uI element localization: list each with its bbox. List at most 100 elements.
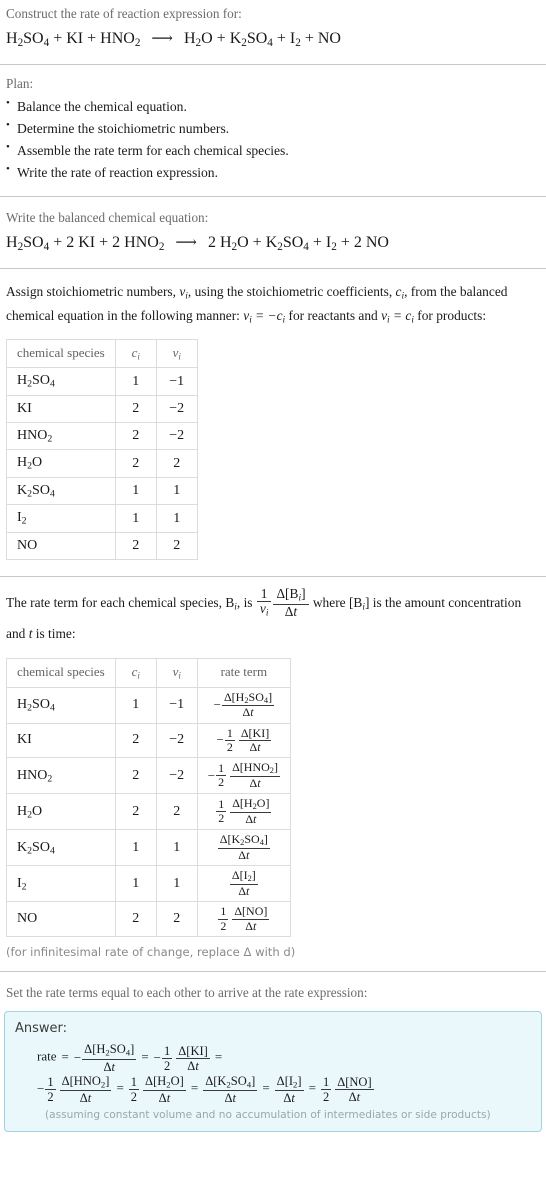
term-ki: −1 2 Δ[KI] Δt: [154, 1044, 210, 1073]
eq-product-3: I2: [289, 30, 301, 50]
cell-species: HNO2: [6, 421, 116, 451]
answer-box: Answer: rate = − Δ[H2SO4] Δt = −1 2 Δ[KI] Δt = −1 2…: [4, 1011, 542, 1132]
cell-c: 2: [114, 722, 157, 759]
cell-rate-term: 1 2 Δ[NO] Δt: [196, 901, 291, 938]
stoich-text-2: , using the stoichiometric coefficients,: [187, 283, 396, 299]
table-row: K2SO4 1 1 Δ[K2SO4] Δt: [6, 829, 291, 867]
equals-sign: =: [61, 1048, 69, 1064]
plus: +: [312, 234, 326, 252]
frac-numerator: Δ[K2SO4]: [219, 832, 268, 848]
frac-denominator: Δt: [143, 1089, 186, 1105]
stoich-text-4: for reactants and: [285, 308, 382, 324]
rate-sign: −: [73, 1050, 82, 1065]
cell-rate-term: −1 2 Δ[HNO2] Δt: [196, 757, 291, 795]
equals-sign: =: [190, 1079, 199, 1095]
equals-sign: =: [262, 1079, 270, 1095]
one-over-nu-fraction: 1 νi: [256, 586, 272, 619]
delta-fraction: Δ[HNO2] Δt: [230, 761, 280, 790]
cell-species: HNO2: [6, 757, 116, 795]
table-row: H2O 2 2: [6, 449, 198, 478]
bal-product-3: I2: [325, 234, 337, 253]
cell-nu: 1: [155, 829, 198, 867]
plan-item: Write the rate of reaction expression.: [6, 161, 540, 184]
plan-item: Assemble the rate term for each chemical…: [6, 139, 540, 162]
frac-numerator: 1: [218, 760, 225, 775]
frac-numerator: 1: [47, 1074, 54, 1089]
rule-products: νi = ci: [381, 308, 414, 326]
plan-section: Plan: Balance the chemical equation. Det…: [0, 65, 546, 184]
plus: +: [99, 234, 113, 252]
frac-numerator: Δ[K2SO4]: [205, 1073, 256, 1089]
frac-numerator: Δ[KI]: [178, 1043, 208, 1058]
cell-species: KI: [6, 722, 116, 759]
delta-fraction: Δ[KI] Δt: [238, 725, 272, 755]
frac-numerator: Δ[HNO2]: [232, 760, 278, 776]
frac-denominator: Δt: [274, 1089, 304, 1105]
delta-fraction: Δ[K2SO4] Δt: [217, 832, 270, 862]
cell-nu: 1: [155, 865, 198, 903]
c-symbol: ci: [395, 283, 405, 302]
cell-c: 2: [114, 793, 157, 831]
cell-rate-term: Δ[I2] Δt: [196, 865, 291, 903]
table-row: H2O 2 2 1 2 Δ[H2O] Δt: [6, 793, 291, 831]
rate-expression: 1 2 Δ[H2O] Δt: [216, 796, 272, 826]
plan-label: Plan:: [6, 75, 34, 91]
rate-table-body: H2SO4 1 −1 − Δ[H2SO4] Δt KI 2 −2 −1 2 Δ[KI] Δ…: [6, 686, 291, 938]
B-symbol: Bi: [225, 595, 237, 613]
coefficient-fraction: 12: [216, 796, 227, 826]
rateterm-paragraph: The rate term for each chemical species,…: [0, 585, 546, 648]
delta-fraction: Δ[H2O] Δt: [230, 796, 272, 826]
plan-item: Determine the stoichiometric numbers.: [6, 117, 540, 140]
plus: +: [216, 30, 230, 48]
rate-sign: −: [37, 1081, 45, 1097]
cell-species: H2SO4: [6, 367, 116, 396]
col-nu: νi: [155, 338, 198, 369]
rateterm-text-3: where: [309, 595, 349, 611]
balanced-label: Write the balanced chemical equation:: [6, 209, 209, 225]
cell-c: 2: [114, 757, 157, 795]
rate-sign: −: [216, 732, 224, 748]
eq-product-4: NO: [317, 30, 341, 48]
frac-numerator: 1: [218, 796, 225, 811]
coefficient-fraction: 12: [224, 726, 235, 755]
frac-numerator: Δ[I2]: [231, 868, 256, 884]
frac-numerator: Δ[I2]: [276, 1073, 302, 1089]
coefficient-fraction: 12: [128, 1075, 140, 1104]
frac-numerator: Δ[KI]: [240, 725, 270, 740]
cell-c: 1: [114, 476, 157, 506]
cell-c: 2: [114, 394, 157, 423]
frac-numerator: Δ[H2O]: [145, 1073, 184, 1089]
delta-fraction: Δ[I2] Δt: [229, 868, 258, 898]
cell-species: I2: [6, 504, 116, 533]
delta-fraction: Δ[H2SO4] Δt: [82, 1042, 137, 1074]
cell-nu: 2: [155, 531, 198, 560]
term-i2: Δ[I2] Δt: [274, 1073, 304, 1105]
stoichiometry-table: chemical species ci νi H2SO4 1 −1 KI 2 −…: [6, 338, 198, 560]
stoich-text-5: for products:: [413, 308, 487, 324]
cell-c: 1: [114, 504, 157, 533]
plus: +: [304, 30, 318, 48]
frac-denominator: νi: [256, 601, 272, 619]
rate-word: rate: [37, 1048, 57, 1064]
table-row: K2SO4 1 1: [6, 476, 198, 506]
plus: +: [340, 234, 354, 252]
cell-nu: 2: [155, 901, 198, 938]
term-no: 1 2 Δ[NO] Δt: [320, 1075, 374, 1104]
rate-expression-answer: rate = − Δ[H2SO4] Δt = −1 2 Δ[KI] Δt = −1 2 Δ[HNO2] Δ…: [15, 1042, 531, 1105]
frac-numerator: Δ[Bi]: [276, 585, 306, 604]
cell-species: KI: [6, 394, 116, 423]
bal-reactant-1: H2SO4: [6, 234, 50, 253]
equals-sign: =: [214, 1048, 223, 1064]
rate-expression: − Δ[H2SO4] Δt: [214, 690, 275, 720]
coefficient-fraction: 12: [162, 1044, 173, 1073]
frac-denominator: Δt: [335, 1088, 374, 1104]
bal-product-1: 2 H2O: [207, 234, 249, 253]
frac-denominator: Δt: [176, 1057, 210, 1073]
cell-nu: −1: [155, 686, 198, 724]
frac-denominator: Δt: [238, 739, 272, 754]
table-header-row: chemical species ci νi rate term: [6, 658, 291, 688]
cell-rate-term: −1 2 Δ[KI] Δt: [196, 722, 291, 759]
frac-numerator: Δ[H2O]: [232, 796, 270, 812]
cell-c: 2: [114, 901, 157, 938]
term-h2so4: − Δ[H2SO4] Δt: [73, 1042, 137, 1074]
